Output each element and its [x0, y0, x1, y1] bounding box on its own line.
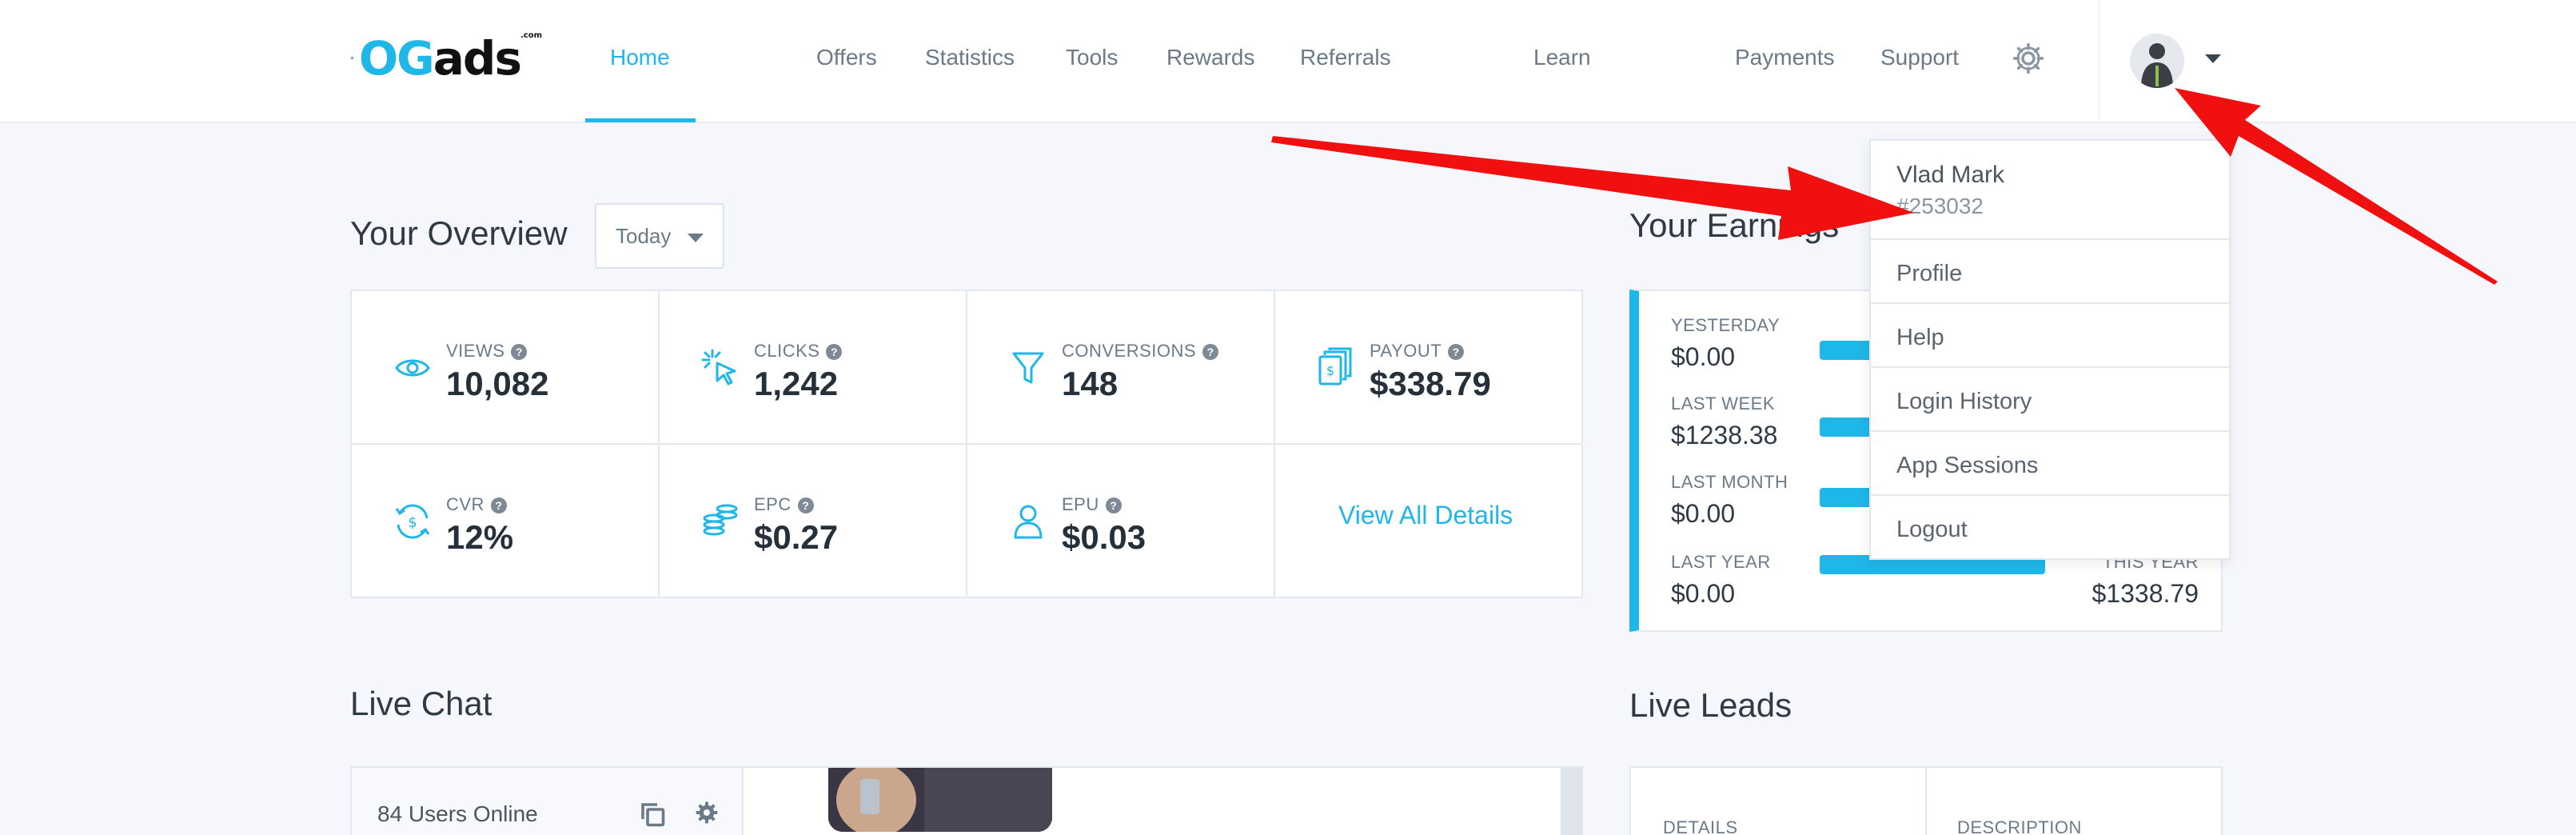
gear-icon[interactable] — [2012, 42, 2045, 75]
stat-conversions: CONVERSIONS? 148 — [967, 291, 1275, 445]
ogads-logo[interactable]: OGads.com — [350, 31, 542, 86]
help-icon[interactable]: ? — [1448, 344, 1465, 360]
live-chat-title: Live Chat — [350, 685, 492, 722]
earnings-row-last-year: LAST YEAR $0.00 — [1671, 552, 1771, 609]
nav-rewards[interactable]: Rewards — [1166, 45, 1254, 70]
earnings-label: LAST YEAR — [1671, 552, 1771, 572]
stat-clicks: CLICKS? 1,242 — [660, 291, 967, 445]
earnings-value: $0.00 — [1671, 499, 1736, 528]
earnings-row-last-week: LAST WEEK $1238.38 — [1671, 394, 1777, 450]
user-avatar[interactable] — [2130, 34, 2184, 88]
live-chat-card: 84 Users Online — [350, 766, 1583, 835]
stat-value: 10,082 — [446, 365, 549, 402]
stat-label: CLICKS? — [754, 341, 843, 362]
eye-icon — [395, 359, 430, 377]
funnel-icon — [1012, 352, 1044, 384]
nav-offers[interactable]: Offers — [816, 45, 877, 70]
copy-icon[interactable] — [638, 800, 667, 829]
leads-divider — [1925, 768, 1927, 835]
earnings-value: $1238.38 — [1671, 421, 1778, 449]
user-icon — [1014, 505, 1043, 539]
overview-stats-card: VIEWS? 10,082 CLICKS? 1,242 CONVERSIONS?… — [350, 290, 1583, 598]
svg-text:$: $ — [408, 514, 417, 531]
stat-epu: EPU? $0.03 — [967, 445, 1275, 598]
date-range-value: Today — [616, 223, 672, 248]
cursor-click-icon — [701, 349, 736, 386]
menu-item-login-history[interactable]: Login History — [1871, 366, 2229, 430]
photo-thumbnail — [828, 768, 1052, 832]
chevron-down-icon — [688, 234, 704, 242]
stat-label: EPU? — [1062, 494, 1122, 515]
user-id: #253032 — [1896, 194, 1984, 218]
stat-label: CVR? — [446, 494, 507, 515]
earnings-title: Your Earnings — [1629, 206, 1840, 244]
nav-learn[interactable]: Learn — [1533, 45, 1591, 70]
stat-value: 12% — [446, 518, 514, 556]
view-all-details-link[interactable]: View All Details — [1338, 501, 1513, 530]
chat-scrollbar[interactable] — [1561, 768, 1581, 835]
help-icon[interactable]: ? — [826, 344, 843, 360]
help-icon[interactable]: ? — [1105, 497, 1122, 513]
chevron-down-icon[interactable] — [2205, 54, 2221, 63]
user-dropdown-menu: Vlad Mark #253032 Profile Help Login His… — [1869, 139, 2231, 560]
live-leads-card: DETAILS DESCRIPTION — [1629, 766, 2223, 835]
stat-cvr: $ CVR? 12% — [352, 445, 660, 598]
overview-title: Your Overview — [350, 214, 568, 252]
date-range-select[interactable]: Today — [595, 203, 724, 269]
chat-message-image[interactable] — [828, 768, 1052, 832]
chat-sidebar: 84 Users Online — [352, 768, 744, 835]
stat-label: PAYOUT? — [1370, 341, 1465, 362]
earnings-this-year: THIS YEAR $1338.79 — [2092, 552, 2199, 609]
stat-label: EPC? — [754, 494, 814, 515]
menu-item-profile[interactable]: Profile — [1871, 238, 2229, 302]
nav-divider — [2098, 0, 2099, 123]
help-icon[interactable]: ? — [797, 497, 814, 513]
nav-referrals[interactable]: Referrals — [1300, 45, 1391, 70]
nav-home[interactable]: Home — [610, 45, 670, 70]
earnings-value: $0.00 — [1671, 579, 1736, 608]
earnings-label: LAST MONTH — [1671, 472, 1788, 492]
nav-support[interactable]: Support — [1880, 45, 1959, 70]
stat-views: VIEWS? 10,082 — [352, 291, 660, 445]
nav-active-indicator — [585, 118, 696, 122]
users-online-count: 84 Users Online — [377, 801, 538, 826]
stat-value: $338.79 — [1370, 365, 1491, 402]
stat-value: $0.27 — [754, 518, 839, 556]
help-icon[interactable]: ? — [1202, 344, 1219, 360]
earnings-row-yesterday: YESTERDAY $0.00 — [1671, 315, 1780, 372]
earnings-label: YESTERDAY — [1671, 315, 1780, 335]
earnings-label: LAST WEEK — [1671, 394, 1776, 414]
leads-col-details: DETAILS — [1663, 817, 1738, 835]
money-stack-icon: $ — [1318, 347, 1352, 386]
diamond-target-icon — [350, 57, 354, 60]
leads-col-description: DESCRIPTION — [1957, 817, 2082, 835]
stat-payout: $ PAYOUT? $338.79 — [1275, 291, 1583, 445]
svg-text:$: $ — [1326, 363, 1334, 378]
top-navbar: OGads.com Home Offers Statistics Tools R… — [0, 0, 2576, 123]
menu-item-logout[interactable]: Logout — [1871, 494, 2229, 558]
menu-item-help[interactable]: Help — [1871, 302, 2229, 366]
help-icon[interactable]: ? — [490, 497, 507, 513]
help-icon[interactable]: ? — [511, 344, 528, 360]
nav-statistics[interactable]: Statistics — [925, 45, 1015, 70]
coins-stack-icon — [703, 504, 738, 536]
earnings-row-last-month: LAST MONTH $0.00 — [1671, 472, 1788, 529]
nav-tools[interactable]: Tools — [1066, 45, 1118, 70]
nav-payments[interactable]: Payments — [1735, 45, 1835, 70]
stat-value: 1,242 — [754, 365, 839, 402]
stat-epc: EPC? $0.27 — [660, 445, 967, 598]
live-leads-title: Live Leads — [1629, 686, 1792, 724]
stat-value: $0.03 — [1062, 518, 1146, 556]
earnings-value: $1338.79 — [2092, 579, 2199, 608]
logo-wordmark: OGads.com — [358, 31, 542, 86]
user-name: Vlad Mark — [1896, 162, 2005, 188]
stat-label: VIEWS? — [446, 341, 528, 362]
gear-icon[interactable] — [694, 800, 720, 825]
user-silhouette-icon — [2141, 43, 2173, 88]
earnings-value: $0.00 — [1671, 342, 1736, 371]
dollar-cycle-icon: $ — [395, 504, 430, 539]
menu-item-app-sessions[interactable]: App Sessions — [1871, 430, 2229, 494]
stat-value: 148 — [1062, 365, 1119, 402]
stat-label: CONVERSIONS? — [1062, 341, 1219, 362]
